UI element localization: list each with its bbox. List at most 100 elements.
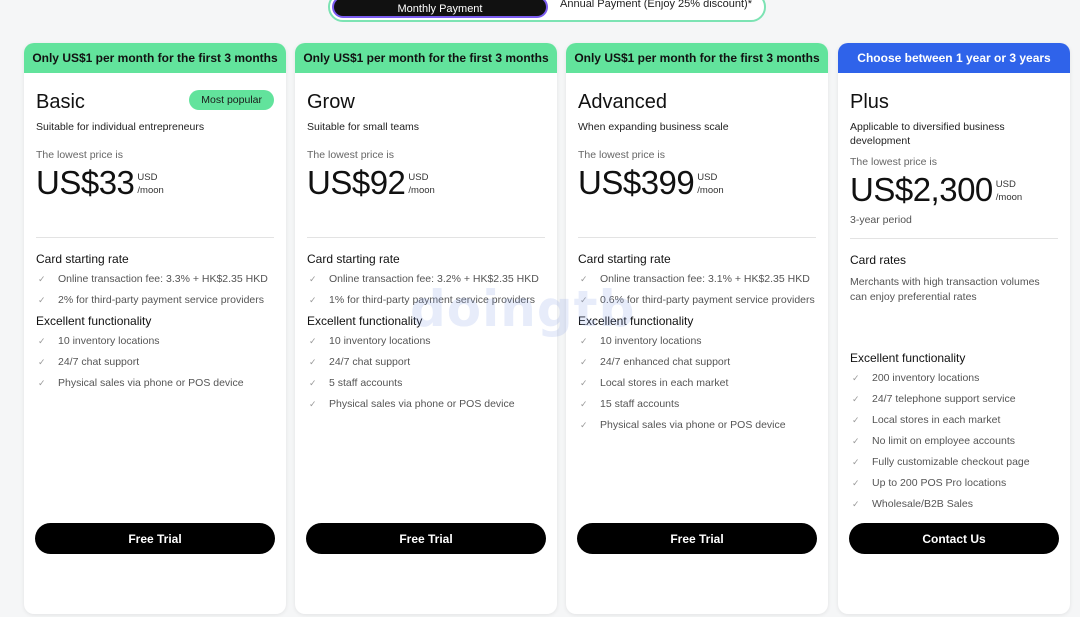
check-icon: ✓ — [38, 295, 46, 305]
list-item: ✓ 24/7 chat support — [309, 356, 411, 368]
list-item: ✓ Local stores in each market — [580, 377, 729, 389]
check-icon: ✓ — [580, 274, 588, 284]
period-unit-label: /moon — [408, 185, 435, 196]
free-trial-button[interactable]: Free Trial — [306, 523, 546, 554]
lowest-price-label: The lowest price is — [578, 149, 665, 161]
check-icon: ✓ — [38, 378, 46, 388]
contact-us-button[interactable]: Contact Us — [849, 523, 1059, 554]
period-unit-label: /moon — [137, 185, 164, 196]
plan-banner: Only US$1 per month for the first 3 mont… — [24, 43, 286, 73]
rates-title: Card starting rate — [578, 252, 671, 266]
list-item: ✓ 10 inventory locations — [309, 335, 431, 347]
check-icon: ✓ — [852, 373, 860, 383]
list-item: ✓ 24/7 enhanced chat support — [580, 356, 731, 368]
check-icon: ✓ — [852, 415, 860, 425]
functionality-title: Excellent functionality — [36, 314, 152, 328]
period-unit-label: /moon — [697, 185, 724, 196]
list-item: ✓ Online transaction fee: 3.3% + HK$2.35 … — [38, 273, 268, 285]
list-item: ✓ 2% for third-party payment service prov… — [38, 294, 264, 306]
check-icon: ✓ — [580, 336, 588, 346]
check-icon: ✓ — [580, 378, 588, 388]
list-item: ✓ 5 staff accounts — [309, 377, 403, 389]
divider — [850, 238, 1058, 239]
rates-description: Merchants with high transaction volumes … — [850, 276, 1040, 303]
divider — [307, 237, 545, 238]
plan-name: Grow — [307, 91, 355, 113]
list-item: ✓ 1% for third-party payment service prov… — [309, 294, 535, 306]
lowest-price-label: The lowest price is — [850, 156, 937, 168]
currency-label: USD — [137, 172, 158, 183]
functionality-title: Excellent functionality — [578, 314, 694, 328]
check-icon: ✓ — [309, 295, 317, 305]
check-icon: ✓ — [852, 457, 860, 467]
plan-description: Suitable for small teams — [307, 121, 420, 133]
currency-label: USD — [408, 172, 429, 183]
check-icon: ✓ — [309, 399, 317, 409]
check-icon: ✓ — [38, 336, 46, 346]
most-popular-badge: Most popular — [189, 90, 274, 110]
check-icon: ✓ — [309, 357, 317, 367]
plan-name: Plus — [850, 91, 889, 113]
check-icon: ✓ — [38, 274, 46, 284]
free-trial-button[interactable]: Free Trial — [577, 523, 817, 554]
divider — [36, 237, 274, 238]
check-icon: ✓ — [852, 478, 860, 488]
check-icon: ✓ — [38, 357, 46, 367]
list-item: ✓ Physical sales via phone or POS device — [38, 377, 244, 389]
plan-price: US$92 — [307, 164, 406, 201]
check-icon: ✓ — [852, 436, 860, 446]
plan-banner: Only US$1 per month for the first 3 mont… — [566, 43, 828, 73]
lowest-price-label: The lowest price is — [307, 149, 394, 161]
plan-banner: Only US$1 per month for the first 3 mont… — [295, 43, 557, 73]
divider — [578, 237, 816, 238]
plan-description: When expanding business scale — [578, 121, 729, 133]
check-icon: ✓ — [580, 357, 588, 367]
list-item: ✓ Up to 200 POS Pro locations — [852, 477, 1007, 489]
rates-title: Card starting rate — [36, 252, 129, 266]
lowest-price-label: The lowest price is — [36, 149, 123, 161]
plan-price: US$399 — [578, 164, 695, 201]
plan-card-grow: Only US$1 per month for the first 3 mont… — [295, 43, 557, 614]
check-icon: ✓ — [580, 399, 588, 409]
plan-price: US$33 — [36, 164, 135, 201]
check-icon: ✓ — [580, 420, 588, 430]
plan-price: US$2,300 — [850, 171, 993, 208]
check-icon: ✓ — [309, 336, 317, 346]
rates-title: Card rates — [850, 253, 907, 267]
plan-description: Applicable to diversified business devel… — [850, 121, 1005, 147]
check-icon: ✓ — [580, 295, 588, 305]
check-icon: ✓ — [309, 378, 317, 388]
plan-name: Advanced — [578, 91, 667, 113]
list-item: ✓ No limit on employee accounts — [852, 435, 1015, 447]
plan-card-advanced: Only US$1 per month for the first 3 mont… — [566, 43, 828, 614]
plan-card-basic: Only US$1 per month for the first 3 mont… — [24, 43, 286, 614]
list-item: ✓ Online transaction fee: 3.2% + HK$2.35 … — [309, 273, 539, 285]
list-item: ✓ Online transaction fee: 3.1% + HK$2.35 … — [580, 273, 810, 285]
list-item: ✓ Physical sales via phone or POS device — [580, 419, 786, 431]
list-item: ✓ Physical sales via phone or POS device — [309, 398, 515, 410]
check-icon: ✓ — [309, 274, 317, 284]
currency-label: USD — [697, 172, 718, 183]
list-item: ✓ 0.6% for third-party payment service pr… — [580, 294, 815, 306]
billing-toggle[interactable]: Monthly Payment Annual Payment (Enjoy 25… — [328, 0, 766, 22]
currency-label: USD — [995, 179, 1016, 190]
monthly-payment-option[interactable]: Monthly Payment — [332, 0, 548, 18]
list-item: ✓ 10 inventory locations — [38, 335, 160, 347]
list-item: ✓ Wholesale/B2B Sales — [852, 498, 973, 510]
rates-title: Card starting rate — [307, 252, 400, 266]
list-item: ✓ 200 inventory locations — [852, 372, 980, 384]
list-item: ✓ 10 inventory locations — [580, 335, 702, 347]
functionality-title: Excellent functionality — [850, 351, 966, 365]
free-trial-button[interactable]: Free Trial — [35, 523, 275, 554]
list-item: ✓ Local stores in each market — [852, 414, 1001, 426]
plan-card-plus: Choose between 1 year or 3 years Plus Ap… — [838, 43, 1070, 614]
list-item: ✓ 24/7 telephone support service — [852, 393, 1016, 405]
plan-description: Suitable for individual entrepreneurs — [36, 121, 205, 133]
functionality-title: Excellent functionality — [307, 314, 423, 328]
list-item: ✓ 24/7 chat support — [38, 356, 140, 368]
contract-period: 3-year period — [850, 214, 912, 226]
list-item: ✓ 15 staff accounts — [580, 398, 680, 410]
period-unit-label: /moon — [995, 192, 1023, 203]
check-icon: ✓ — [852, 394, 860, 404]
annual-payment-option[interactable]: Annual Payment (Enjoy 25% discount)* — [560, 0, 752, 10]
